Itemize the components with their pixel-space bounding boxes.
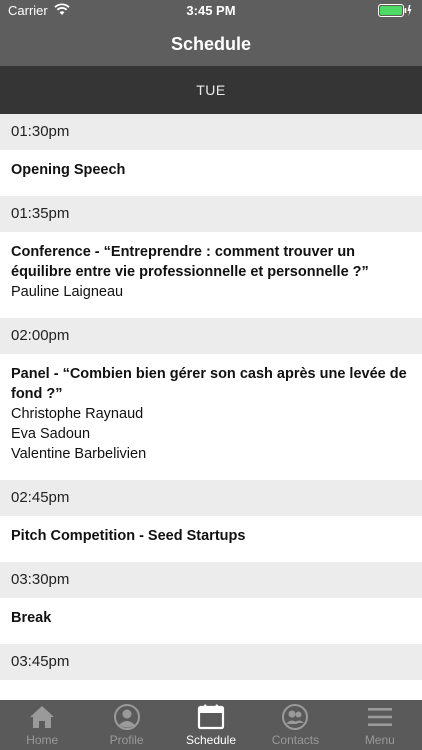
contacts-icon <box>281 704 309 733</box>
time-slot-header: 03:45pm <box>0 644 422 680</box>
tab-label: Profile <box>109 733 144 747</box>
time-slot-header: 01:35pm <box>0 196 422 232</box>
time-slot-header: 02:45pm <box>0 480 422 516</box>
schedule-item[interactable]: Break <box>0 598 422 644</box>
time-slot-header: 01:30pm <box>0 114 422 150</box>
tab-profile[interactable]: Profile <box>84 700 168 750</box>
schedule-list[interactable]: 01:30pm Opening Speech 01:35pm Conference -… <box>0 114 422 700</box>
schedule-item[interactable]: Panel - “Combien bien gérer son cash apr… <box>0 354 422 480</box>
speaker-name: Christophe Raynaud <box>11 406 144 422</box>
status-time: 3:45 PM <box>186 3 236 18</box>
menu-icon <box>366 704 394 733</box>
tab-home[interactable]: Home <box>0 700 84 750</box>
nav-bar: Schedule <box>0 22 422 66</box>
tab-schedule[interactable]: Schedule <box>169 700 253 750</box>
session-title: Panel - “Combien bien gérer son cash apr… <box>11 366 407 402</box>
schedule-item[interactable]: Conference - “Entreprendre : comment tro… <box>0 232 422 318</box>
profile-icon <box>113 704 141 733</box>
tab-menu[interactable]: Menu <box>338 700 422 750</box>
tab-label: Home <box>26 733 59 747</box>
home-icon <box>28 704 56 733</box>
speaker-name: Pauline Laigneau <box>11 284 124 300</box>
status-bar: Carrier 3:45 PM <box>0 0 422 22</box>
time-slot-header: 03:30pm <box>0 562 422 598</box>
tab-label: Contacts <box>271 733 320 747</box>
battery-icon <box>378 4 412 20</box>
time-slot-header: 02:00pm <box>0 318 422 354</box>
session-title: Opening Speech <box>11 162 126 178</box>
tab-label: Schedule <box>185 733 237 747</box>
schedule-item[interactable] <box>0 680 422 700</box>
tab-label: Menu <box>364 733 395 747</box>
schedule-item[interactable]: Opening Speech <box>0 150 422 196</box>
day-selector[interactable]: TUE <box>0 66 422 114</box>
session-title: Conference - “Entreprendre : comment tro… <box>11 244 369 280</box>
session-title: Pitch Competition - Seed Startups <box>11 528 246 544</box>
calendar-icon <box>197 704 225 733</box>
session-title: Break <box>11 610 52 626</box>
tab-contacts[interactable]: Contacts <box>253 700 337 750</box>
day-label: TUE <box>196 82 226 98</box>
page-title: Schedule <box>170 34 252 54</box>
schedule-item[interactable]: Pitch Competition - Seed Startups <box>0 516 422 562</box>
tab-bar: Home Profile Schedule Contacts Menu <box>0 700 422 750</box>
speaker-name: Valentine Barbelivien <box>11 446 147 462</box>
speaker-name: Eva Sadoun <box>11 426 91 442</box>
